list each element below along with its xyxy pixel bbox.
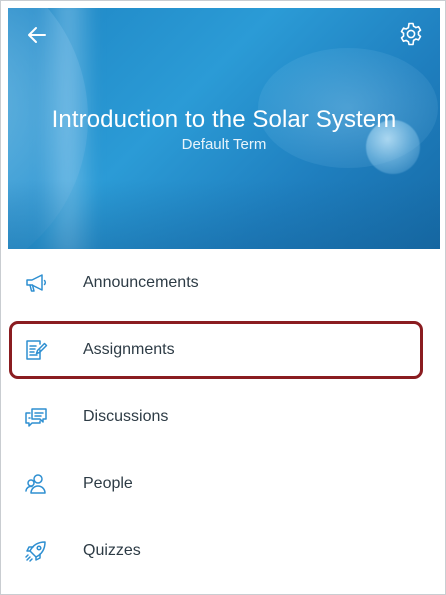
menu-item-quizzes[interactable]: Quizzes [8, 517, 440, 584]
arrow-left-icon[interactable] [26, 24, 48, 46]
menu-item-announcements[interactable]: Announcements [8, 249, 440, 316]
menu-item-discussions[interactable]: Discussions [8, 383, 440, 450]
course-menu: Announcements Assignments Discussions Pe… [8, 249, 440, 584]
assignment-icon [23, 337, 49, 363]
menu-item-label: People [83, 474, 133, 492]
menu-item-label: Quizzes [83, 541, 141, 559]
menu-item-label: Discussions [83, 407, 169, 425]
course-term: Default Term [181, 136, 267, 153]
gear-icon[interactable] [398, 21, 424, 47]
menu-item-label: Assignments [83, 340, 175, 358]
course-header: Introduction to the Solar System Default… [8, 8, 440, 249]
people-icon [23, 471, 49, 497]
app-frame: Introduction to the Solar System Default… [0, 0, 446, 595]
header-shade [8, 179, 440, 249]
course-title: Introduction to the Solar System [51, 106, 397, 133]
megaphone-icon [23, 270, 49, 296]
menu-item-label: Announcements [83, 273, 199, 291]
discussions-icon [23, 404, 49, 430]
menu-item-people[interactable]: People [8, 450, 440, 517]
menu-item-assignments[interactable]: Assignments [8, 316, 440, 383]
rocket-icon [23, 538, 49, 564]
